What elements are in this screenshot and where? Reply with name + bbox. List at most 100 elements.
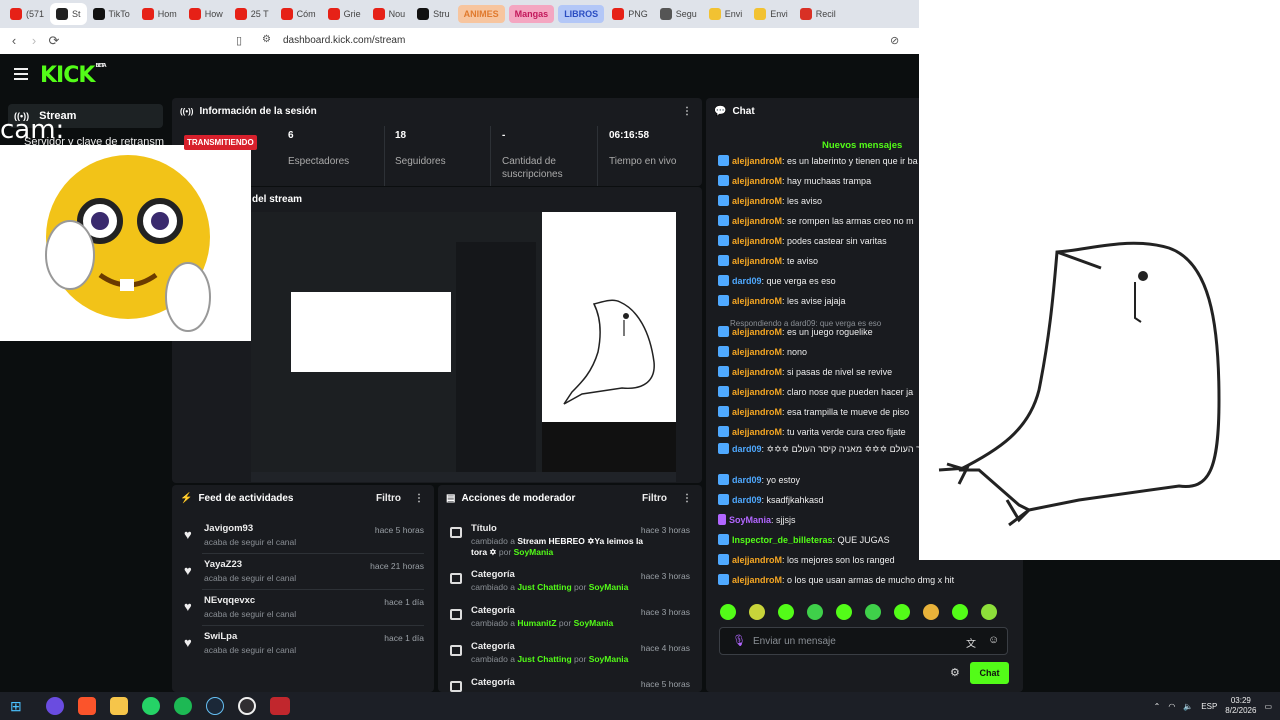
- forward-icon[interactable]: ›: [24, 33, 44, 48]
- settings-icon[interactable]: ⚙: [950, 666, 960, 679]
- chat-username[interactable]: alejjandroM: [732, 367, 782, 377]
- browser-tab[interactable]: Grie: [322, 3, 367, 25]
- microphone-icon[interactable]: 🎙: [732, 634, 746, 647]
- filter-button[interactable]: Filtro: [376, 493, 401, 504]
- list-item[interactable]: Categoría hace 5 horas: [438, 677, 698, 692]
- browser-tab[interactable]: Envi: [703, 3, 749, 25]
- list-item[interactable]: ♥ NEvqqevxc acaba de seguir el canal hac…: [172, 595, 432, 631]
- kick-logo[interactable]: KICKBETA: [40, 63, 107, 88]
- chat-username[interactable]: alejjandroM: [732, 575, 782, 585]
- chat-username[interactable]: dard09: [732, 475, 762, 485]
- volume-icon[interactable]: 🔈: [1183, 702, 1193, 711]
- emote-icon[interactable]: [894, 604, 910, 620]
- whatsapp-icon[interactable]: [141, 697, 160, 715]
- nerd-emoji-image: [45, 155, 211, 332]
- more-options-icon[interactable]: ⋮: [414, 493, 424, 504]
- browser-tab[interactable]: PNG: [606, 3, 654, 25]
- chat-username[interactable]: alejjandroM: [732, 347, 782, 357]
- notification-icon[interactable]: ▭: [1264, 702, 1272, 711]
- chat-input[interactable]: 🎙 Enviar un mensaje 文 ☺: [719, 627, 1008, 655]
- list-item[interactable]: Título hace 3 horas cambiado a Stream HE…: [438, 523, 698, 559]
- browser-tab[interactable]: Stru: [411, 3, 456, 25]
- search-app-icon[interactable]: [45, 697, 64, 715]
- browser-tab[interactable]: How: [183, 3, 229, 25]
- list-item[interactable]: ♥ SwiLpa acaba de seguir el canal hace 1…: [172, 631, 432, 667]
- chat-username[interactable]: alejjandroM: [732, 176, 782, 186]
- browser-tab[interactable]: Cóm: [275, 3, 322, 25]
- chat-username[interactable]: alejjandroM: [732, 327, 782, 337]
- file-explorer-icon[interactable]: [109, 697, 128, 715]
- tab-label: Hom: [157, 9, 177, 19]
- list-item[interactable]: ♥ Javigom93 acaba de seguir el canal hac…: [172, 523, 432, 559]
- browser-tab[interactable]: Hom: [136, 3, 183, 25]
- chat-username[interactable]: alejjandroM: [732, 427, 782, 437]
- wifi-icon[interactable]: ◠: [1168, 702, 1175, 711]
- emote-icon[interactable]: [952, 604, 968, 620]
- more-options-icon[interactable]: ⋮: [682, 493, 692, 504]
- list-item[interactable]: Categoría hace 4 horas cambiado a Just C…: [438, 641, 698, 677]
- brave-browser-icon[interactable]: [77, 697, 96, 715]
- user-badge-icon: [718, 426, 729, 438]
- emote-icon[interactable]: [720, 604, 736, 620]
- chat-username[interactable]: alejjandroM: [732, 216, 782, 226]
- language-indicator[interactable]: ESP: [1201, 702, 1217, 711]
- browser-tab[interactable]: 25 T: [229, 3, 275, 25]
- back-icon[interactable]: ‹: [4, 33, 24, 48]
- chat-username[interactable]: dard09: [732, 495, 762, 505]
- browser-tab[interactable]: Recil: [794, 3, 842, 25]
- browser-tab[interactable]: Nou: [367, 3, 412, 25]
- emoji-icon[interactable]: ☺: [988, 634, 999, 646]
- browser-tab[interactable]: Envi: [748, 3, 794, 25]
- spotify-icon[interactable]: [173, 697, 192, 715]
- chat-username[interactable]: alejjandroM: [732, 555, 782, 565]
- new-messages-divider[interactable]: Nuevos mensajes: [822, 140, 902, 151]
- windows-start-icon[interactable]: ⊞: [10, 698, 22, 715]
- browser-tab[interactable]: St: [50, 3, 87, 25]
- site-info-icon[interactable]: ⚙: [262, 34, 271, 45]
- chat-username[interactable]: alejjandroM: [732, 236, 782, 246]
- list-item[interactable]: Categoría hace 3 horas cambiado a Humani…: [438, 605, 698, 641]
- more-options-icon[interactable]: ⋮: [682, 106, 692, 117]
- chat-username[interactable]: alejjandroM: [732, 387, 782, 397]
- browser-tab[interactable]: LIBROS: [558, 5, 605, 23]
- url-text[interactable]: dashboard.kick.com/stream: [283, 35, 405, 46]
- obs-icon[interactable]: [237, 697, 256, 715]
- chat-text: esa trampilla te mueve de piso: [787, 407, 910, 417]
- list-item[interactable]: ♥ YayaZ23 acaba de seguir el canal hace …: [172, 559, 432, 595]
- clock[interactable]: 03:29 8/2/2026: [1225, 696, 1256, 716]
- chat-message[interactable]: alejjandroM: o los que usan armas de muc…: [718, 574, 1018, 591]
- chat-username[interactable]: alejjandroM: [732, 196, 782, 206]
- chat-username[interactable]: alejjandroM: [732, 407, 782, 417]
- emote-icon[interactable]: [749, 604, 765, 620]
- chat-username[interactable]: SoyMania: [729, 515, 771, 525]
- translate-icon[interactable]: 文: [966, 635, 976, 650]
- browser-tab[interactable]: (571: [4, 3, 50, 25]
- chevron-up-icon[interactable]: ⌃: [1154, 702, 1161, 711]
- category-icon: [450, 681, 462, 692]
- send-chat-button[interactable]: Chat: [970, 662, 1009, 684]
- reload-icon[interactable]: ⟳: [44, 33, 64, 49]
- emote-icon[interactable]: [778, 604, 794, 620]
- emote-icon[interactable]: [981, 604, 997, 620]
- emote-icon[interactable]: [923, 604, 939, 620]
- emote-icon[interactable]: [807, 604, 823, 620]
- steam-icon[interactable]: [205, 697, 224, 715]
- chat-username[interactable]: alejjandroM: [732, 256, 782, 266]
- voicemeeter-icon[interactable]: [269, 697, 290, 715]
- browser-tab[interactable]: TikTo: [87, 3, 136, 25]
- chat-username[interactable]: Inspector_de_billeteras: [732, 535, 833, 545]
- list-item[interactable]: Categoría hace 3 horas cambiado a Just C…: [438, 569, 698, 605]
- menu-icon[interactable]: [14, 68, 28, 80]
- filter-button[interactable]: Filtro: [642, 493, 667, 504]
- browser-tab[interactable]: ANIMES: [457, 5, 505, 23]
- emote-icon[interactable]: [836, 604, 852, 620]
- browser-tab[interactable]: Mangas: [508, 5, 555, 23]
- chat-username[interactable]: dard09: [732, 276, 762, 286]
- bookmark-icon[interactable]: ▯: [236, 34, 242, 47]
- browser-tab[interactable]: Segu: [654, 3, 703, 25]
- chat-username[interactable]: dard09: [732, 444, 762, 454]
- emote-icon[interactable]: [865, 604, 881, 620]
- chat-username[interactable]: alejjandroM: [732, 296, 782, 306]
- eye-off-icon[interactable]: ⊘: [890, 34, 899, 47]
- chat-username[interactable]: alejjandroM: [732, 156, 782, 166]
